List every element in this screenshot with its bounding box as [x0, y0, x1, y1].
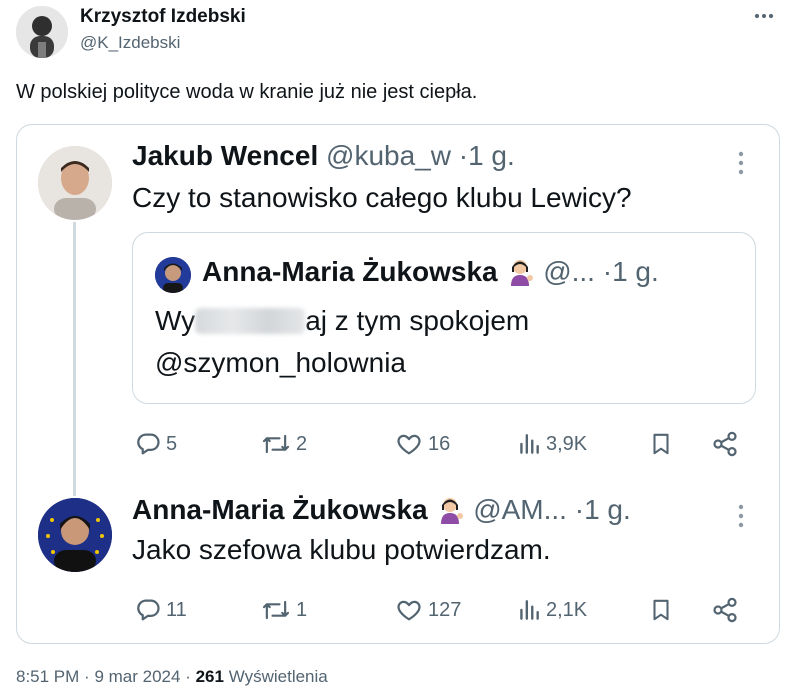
- thread-connector-line: [73, 222, 76, 496]
- bookmark-button[interactable]: [648, 430, 674, 458]
- share-icon: [713, 597, 737, 623]
- share-icon: [713, 431, 737, 457]
- post-time[interactable]: 8:51 PM: [16, 667, 79, 686]
- reply-button[interactable]: 5: [134, 430, 177, 458]
- retweet-button[interactable]: 1: [260, 596, 307, 624]
- comment-icon: [137, 599, 160, 621]
- woman-tipping-hand-emoji-icon: [511, 260, 534, 286]
- comment-icon: [137, 433, 160, 455]
- views-count: 2,1K: [546, 598, 588, 621]
- post-date[interactable]: 9 mar 2024: [94, 667, 180, 686]
- avatar-photo: [16, 6, 68, 58]
- vertical-ellipsis-icon[interactable]: [734, 150, 748, 181]
- answer-author-handle[interactable]: @AM...: [473, 494, 567, 525]
- separator: ·: [602, 256, 613, 287]
- retweet-icon: [262, 434, 290, 454]
- avatar-photo: [38, 498, 112, 572]
- views-total: 261: [195, 667, 224, 686]
- author-avatar[interactable]: [16, 6, 68, 58]
- separator: ·: [185, 667, 191, 686]
- ellipsis-icon[interactable]: [752, 4, 776, 34]
- answer-time[interactable]: 1 g.: [584, 494, 631, 525]
- share-button[interactable]: [710, 596, 740, 624]
- reply-count: 11: [166, 598, 187, 621]
- quoted-author-avatar[interactable]: [155, 257, 191, 293]
- woman-tipping-hand-emoji-icon: [441, 498, 464, 524]
- reply-time[interactable]: 1 g.: [468, 140, 515, 171]
- blurred-word: [195, 308, 306, 334]
- separator: ·: [84, 667, 90, 686]
- quoted-mention[interactable]: @szymon_holownia: [155, 347, 406, 379]
- avatar-photo: [38, 146, 112, 220]
- share-button[interactable]: [710, 430, 740, 458]
- reply-text: Czy to stanowisko całego klubu Lewicy?: [132, 182, 632, 213]
- avatar-photo: [155, 257, 191, 293]
- quoted-text-end: aj z tym spokojem: [305, 305, 530, 336]
- views-chart-icon: [520, 434, 539, 454]
- separator: ·: [574, 494, 585, 525]
- retweet-count: 1: [296, 598, 308, 621]
- views-count: 3,9K: [546, 432, 588, 455]
- like-count: 16: [428, 432, 451, 455]
- bookmark-icon: [653, 433, 669, 455]
- quoted-time[interactable]: 1 g.: [612, 256, 659, 287]
- views-label: Wyświetlenia: [228, 667, 328, 686]
- quoted-text-line: Wy aj z tym spokojem: [155, 305, 529, 337]
- heart-icon: [397, 600, 421, 621]
- reply-author-avatar[interactable]: [38, 146, 112, 220]
- tweet-metadata: 8:51 PM · 9 mar 2024 · 261 Wyświetlenia: [16, 667, 328, 687]
- author-name[interactable]: Krzysztof Izdebski: [80, 6, 246, 28]
- retweet-count: 2: [296, 432, 308, 455]
- quoted-author-name[interactable]: Anna-Maria Żukowska: [202, 256, 498, 287]
- reply-author-name[interactable]: Jakub Wencel: [132, 140, 318, 171]
- bookmark-icon: [653, 599, 669, 621]
- views-button[interactable]: 3,9K: [516, 430, 587, 458]
- tweet-text: W polskiej polityce woda w kranie już ni…: [16, 81, 478, 103]
- views-chart-icon: [520, 600, 539, 620]
- quoted-text-start: Wy: [155, 305, 196, 336]
- retweet-button[interactable]: 2: [260, 430, 307, 458]
- reply-count: 5: [166, 432, 178, 455]
- separator: ·: [458, 140, 469, 171]
- like-button[interactable]: 16: [394, 430, 450, 458]
- reply-button[interactable]: 11: [134, 596, 187, 624]
- answer-text: Jako szefowa klubu potwierdzam.: [132, 534, 551, 565]
- answer-author-avatar[interactable]: [38, 498, 112, 572]
- reply-author-handle[interactable]: @kuba_w: [326, 140, 451, 171]
- retweet-icon: [262, 600, 290, 620]
- author-handle[interactable]: @K_Izdebski: [80, 33, 180, 53]
- quoted-author-handle[interactable]: @...: [543, 256, 595, 287]
- views-button[interactable]: 2,1K: [516, 596, 587, 624]
- bookmark-button[interactable]: [648, 596, 674, 624]
- vertical-ellipsis-icon[interactable]: [734, 503, 748, 534]
- answer-author-name[interactable]: Anna-Maria Żukowska: [132, 494, 428, 525]
- like-button[interactable]: 127: [394, 596, 461, 624]
- like-count: 127: [428, 598, 462, 621]
- heart-icon: [397, 434, 421, 455]
